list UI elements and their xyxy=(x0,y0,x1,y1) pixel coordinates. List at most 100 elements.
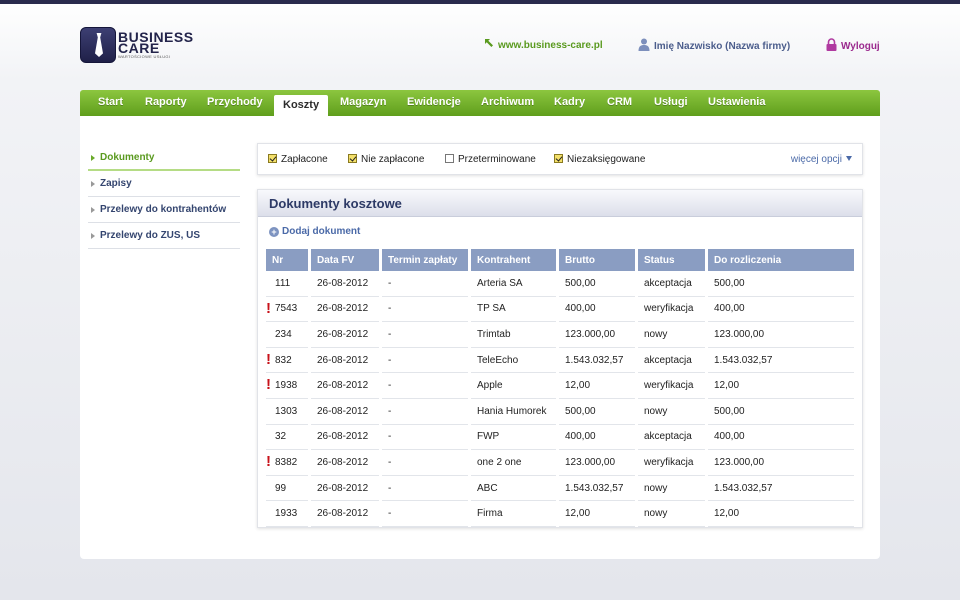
nav-przychody[interactable]: Przychody xyxy=(207,90,263,116)
table-row[interactable]: 234 26-08-2012 - Trimtab 123.000,00 nowy 123.0… xyxy=(266,322,854,348)
cell-do-rozliczenia: 1.543.032,57 xyxy=(708,348,854,374)
cell-do-rozliczenia-text: 123.000,00 xyxy=(714,328,765,340)
table-row[interactable]: 99 26-08-2012 - ABC 1.543.032,57 nowy 1.543.03… xyxy=(266,476,854,502)
table-row[interactable]: ! 8382 26-08-2012 - one 2 one 123.000,00 weryf… xyxy=(266,450,854,476)
cell-do-rozliczenia-text: 123.000,00 xyxy=(714,456,765,468)
arrow-up-left-icon xyxy=(485,39,493,48)
table-row[interactable]: 1933 26-08-2012 - Firma 12,00 nowy 12,00 xyxy=(266,501,854,527)
table-row[interactable]: ! 7543 26-08-2012 - TP SA 400,00 weryfikacja 40… xyxy=(266,297,854,323)
cell-status: nowy xyxy=(638,322,705,348)
cell-do-rozliczenia-text: 1.543.032,57 xyxy=(714,354,773,366)
table-row[interactable]: 111 26-08-2012 - Arteria SA 500,00 akceptacja… xyxy=(266,271,854,297)
cell-kontrahent-text: one 2 one xyxy=(477,456,522,468)
user-icon xyxy=(638,38,650,51)
cell-kontrahent: Arteria SA xyxy=(471,271,556,297)
cell-termin-text: - xyxy=(388,482,392,494)
cell-data-fv-text: 26-08-2012 xyxy=(317,405,369,417)
cell-brutto-text: 500,00 xyxy=(565,277,596,289)
cell-brutto: 123.000,00 xyxy=(559,322,635,348)
cell-status-text: akceptacja xyxy=(644,431,692,443)
cell-kontrahent: Trimtab xyxy=(471,322,556,348)
cell-brutto: 500,00 xyxy=(559,399,635,425)
cell-termin-text: - xyxy=(388,303,392,315)
column-nr[interactable]: Nr xyxy=(266,249,308,271)
cell-do-rozliczenia-text: 500,00 xyxy=(714,277,745,289)
filter-nie-zaplacone[interactable]: Nie zapłacone xyxy=(348,154,424,165)
cell-status: akceptacja xyxy=(638,425,705,451)
sidebar-item-zapisy[interactable]: Zapisy xyxy=(88,171,240,197)
nav-koszty[interactable]: Koszty xyxy=(274,95,329,116)
cell-brutto: 500,00 xyxy=(559,271,635,297)
table-row[interactable]: 32 26-08-2012 - FWP 400,00 akceptacja 400,00 xyxy=(266,425,854,451)
cell-data-fv-text: 26-08-2012 xyxy=(317,328,369,340)
table-row[interactable]: ! 1938 26-08-2012 - Apple 12,00 weryfikacja 12,… xyxy=(266,373,854,399)
nav-archiwum[interactable]: Archiwum xyxy=(481,90,534,116)
nav-kadry[interactable]: Kadry xyxy=(554,90,585,116)
nav-crm[interactable]: CRM xyxy=(607,90,632,116)
cell-kontrahent-text: TeleEcho xyxy=(477,354,519,366)
cell-status-text: akceptacja xyxy=(644,354,692,366)
exclamation-icon: ! xyxy=(266,350,271,368)
logo[interactable]: Business Care WARTOŚCIOWE USŁUGI xyxy=(80,27,210,65)
logout-link[interactable]: Wyloguj xyxy=(826,38,880,53)
main-nav: Start Raporty Przychody Koszty Magazyn E… xyxy=(80,90,880,116)
cell-status: nowy xyxy=(638,501,705,527)
cell-nr-text: 1303 xyxy=(275,405,298,417)
cell-brutto-text: 1.543.032,57 xyxy=(565,482,624,494)
nav-start[interactable]: Start xyxy=(98,90,123,116)
cell-brutto: 400,00 xyxy=(559,297,635,323)
nav-ustawienia[interactable]: Ustawienia xyxy=(708,90,765,116)
more-options-link[interactable]: więcej opcji xyxy=(791,154,852,165)
cell-termin-text: - xyxy=(388,405,392,417)
checkbox-zaplacone[interactable] xyxy=(268,154,277,163)
column-termin-zaplaty[interactable]: Termin zapłaty xyxy=(382,249,468,271)
sidebar-item-przelewy-kontrahentow[interactable]: Przelewy do kontrahentów xyxy=(88,197,240,223)
table-header-row: Nr Data FV Termin zapłaty Kontrahent Bru… xyxy=(266,249,854,271)
cell-kontrahent: FWP xyxy=(471,425,556,451)
nav-magazyn[interactable]: Magazyn xyxy=(340,90,386,116)
user-profile-link[interactable]: Imię Nazwisko (Nazwa firmy) xyxy=(638,38,790,53)
cell-termin-text: - xyxy=(388,431,392,443)
cell-status-text: weryfikacja xyxy=(644,380,694,392)
cell-brutto-text: 123.000,00 xyxy=(565,328,616,340)
filter-zaplacone[interactable]: Zapłacone xyxy=(268,154,328,165)
cell-termin-text: - xyxy=(388,277,392,289)
cell-termin: - xyxy=(382,373,468,399)
column-brutto[interactable]: Brutto xyxy=(559,249,635,271)
checkbox-niezaksiegowane[interactable] xyxy=(554,154,563,163)
cell-nr: ! 1938 xyxy=(266,373,308,399)
table-row[interactable]: 1303 26-08-2012 - Hania Humorek 500,00 nowy 50… xyxy=(266,399,854,425)
nav-raporty[interactable]: Raporty xyxy=(145,90,187,116)
cell-kontrahent-text: ABC xyxy=(477,482,498,494)
documents-box: Dokumenty kosztowe + Dodaj dokument Nr Da… xyxy=(257,189,863,528)
cell-data-fv: 26-08-2012 xyxy=(311,399,379,425)
padlock-icon xyxy=(826,38,837,51)
cell-nr: 1933 xyxy=(266,501,308,527)
table-row[interactable]: ! 832 26-08-2012 - TeleEcho 1.543.032,57 akcep… xyxy=(266,348,854,374)
site-link[interactable]: www.business-care.pl xyxy=(484,39,603,51)
cell-status: akceptacja xyxy=(638,348,705,374)
cell-brutto: 12,00 xyxy=(559,373,635,399)
column-data-fv[interactable]: Data FV xyxy=(311,249,379,271)
cell-termin: - xyxy=(382,501,468,527)
cell-status: weryfikacja xyxy=(638,373,705,399)
checkbox-przeterminowane[interactable] xyxy=(445,154,454,163)
cell-kontrahent: Apple xyxy=(471,373,556,399)
sidebar-item-dokumenty[interactable]: Dokumenty xyxy=(88,145,240,171)
column-status[interactable]: Status xyxy=(638,249,705,271)
sidebar-item-przelewy-zus-us[interactable]: Przelewy do ZUS, US xyxy=(88,223,240,249)
cell-kontrahent-text: Firma xyxy=(477,508,503,520)
cell-status: weryfikacja xyxy=(638,297,705,323)
checkbox-nie-zaplacone[interactable] xyxy=(348,154,357,163)
cell-nr-text: 832 xyxy=(275,354,292,366)
nav-uslugi[interactable]: Usługi xyxy=(654,90,688,116)
cell-termin-text: - xyxy=(388,508,392,520)
filter-przeterminowane[interactable]: Przeterminowane xyxy=(445,154,536,165)
column-do-rozliczenia[interactable]: Do rozliczenia xyxy=(708,249,854,271)
cell-data-fv-text: 26-08-2012 xyxy=(317,508,369,520)
column-kontrahent[interactable]: Kontrahent xyxy=(471,249,556,271)
filter-niezaksiegowane[interactable]: Niezaksięgowane xyxy=(554,154,645,165)
add-document-button[interactable]: + Dodaj dokument xyxy=(269,226,360,237)
nav-ewidencje[interactable]: Ewidencje xyxy=(407,90,461,116)
cell-do-rozliczenia: 123.000,00 xyxy=(708,450,854,476)
